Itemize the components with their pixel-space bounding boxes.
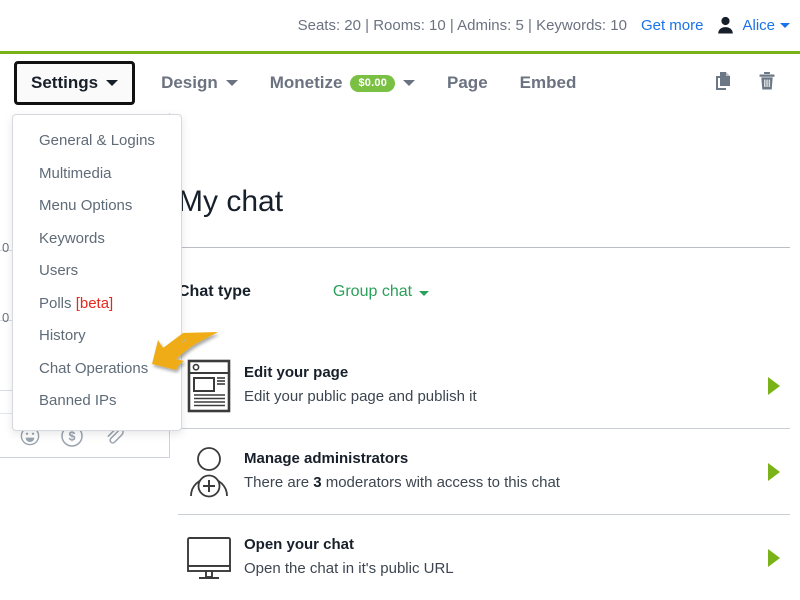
svg-text:$: $ — [69, 429, 76, 443]
get-more-link[interactable]: Get more — [641, 17, 704, 34]
menu-item-menu-options[interactable]: Menu Options — [13, 190, 181, 223]
subtitle-part: There are — [244, 474, 313, 491]
document-page-icon — [178, 359, 240, 413]
card-title: Edit your page — [244, 365, 768, 382]
account-topbar: Seats: 20 | Rooms: 10 | Admins: 5 | Keyw… — [0, 0, 800, 50]
person-icon — [717, 16, 734, 34]
main-navbar: Settings Design Monetize $0.00 Page Embe… — [0, 54, 800, 112]
nav-page-label: Page — [447, 73, 488, 93]
page-title: My chat — [178, 187, 283, 217]
nav-settings[interactable]: Settings — [14, 61, 135, 105]
menu-item-history[interactable]: History — [13, 320, 181, 353]
chevron-down-icon — [780, 23, 790, 28]
trash-icon[interactable] — [756, 70, 778, 97]
menu-item-banned-ips[interactable]: Banned IPs — [13, 385, 181, 418]
card-open-your-chat[interactable]: Open your chat Open the chat in it's pub… — [178, 514, 790, 600]
card-title: Open your chat — [244, 537, 768, 554]
card-text: Edit your page Edit your public page and… — [240, 365, 768, 407]
user-menu[interactable]: Alice — [742, 17, 790, 34]
card-subtitle: Edit your public page and publish it — [244, 388, 768, 406]
subtitle-part: moderators with access to this chat — [322, 474, 560, 491]
card-text: Open your chat Open the chat in it's pub… — [240, 537, 768, 579]
nav-monetize[interactable]: Monetize $0.00 — [254, 65, 431, 101]
card-title: Manage administrators — [244, 451, 768, 468]
panel-text-fragment: 0 — [2, 240, 9, 255]
card-subtitle: Open the chat in it's public URL — [244, 560, 768, 578]
main-content: My chat Chat type Group chat — [170, 113, 800, 600]
nav-embed-label: Embed — [520, 73, 577, 93]
menu-item-keywords[interactable]: Keywords — [13, 223, 181, 256]
caret-right-icon[interactable] — [768, 549, 780, 567]
menu-item-polls-label: Polls — [39, 295, 72, 312]
nav-settings-label: Settings — [31, 73, 98, 93]
monitor-icon — [178, 535, 240, 581]
chevron-down-icon — [419, 291, 429, 296]
chevron-down-icon — [226, 80, 238, 86]
menu-item-users[interactable]: Users — [13, 255, 181, 288]
navbar-actions — [712, 70, 800, 97]
nav-design[interactable]: Design — [145, 65, 254, 101]
nav-page[interactable]: Page — [431, 65, 504, 101]
card-manage-administrators[interactable]: Manage administrators There are 3 modera… — [178, 428, 790, 514]
title-divider — [170, 247, 790, 248]
menu-item-general-logins[interactable]: General & Logins — [13, 125, 181, 158]
nav-design-label: Design — [161, 73, 218, 93]
settings-card-list: Edit your page Edit your public page and… — [178, 343, 790, 600]
menu-item-multimedia[interactable]: Multimedia — [13, 158, 181, 191]
chat-type-row: Chat type Group chat — [178, 283, 429, 301]
nav-monetize-label: Monetize — [270, 73, 343, 93]
navbar-items: Settings Design Monetize $0.00 Page Embe… — [0, 61, 592, 105]
add-user-icon — [178, 446, 240, 498]
menu-item-chat-operations[interactable]: Chat Operations — [13, 353, 181, 386]
chat-type-label: Chat type — [178, 283, 251, 301]
card-subtitle: There are 3 moderators with access to th… — [244, 474, 768, 492]
user-name-label: Alice — [742, 17, 775, 34]
chat-type-value: Group chat — [333, 283, 412, 300]
caret-right-icon[interactable] — [768, 463, 780, 481]
duplicate-icon[interactable] — [712, 70, 734, 97]
caret-right-icon[interactable] — [768, 377, 780, 395]
panel-text-fragment: 0 — [2, 310, 9, 325]
chevron-down-icon — [106, 80, 118, 86]
settings-dropdown-menu: General & Logins Multimedia Menu Options… — [12, 114, 182, 431]
chat-type-select[interactable]: Group chat — [333, 283, 429, 301]
beta-tag: [beta] — [76, 295, 114, 312]
quota-summary: Seats: 20 | Rooms: 10 | Admins: 5 | Keyw… — [298, 17, 627, 34]
card-edit-your-page[interactable]: Edit your page Edit your public page and… — [178, 343, 790, 428]
moderator-count: 3 — [313, 474, 321, 491]
chevron-down-icon — [403, 80, 415, 86]
card-text: Manage administrators There are 3 modera… — [240, 451, 768, 493]
app-window: Seats: 20 | Rooms: 10 | Admins: 5 | Keyw… — [0, 0, 800, 600]
monetize-balance-badge: $0.00 — [350, 75, 395, 92]
menu-item-polls[interactable]: Polls [beta] — [13, 288, 181, 321]
nav-embed[interactable]: Embed — [504, 65, 593, 101]
